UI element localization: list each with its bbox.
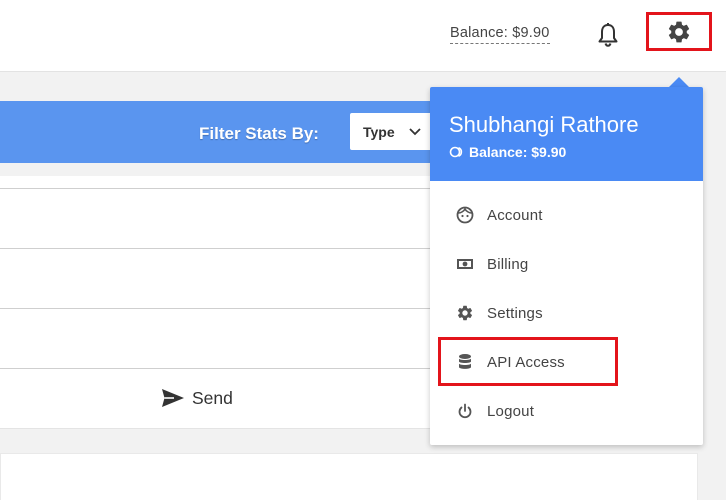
menu-item-label: Logout — [487, 402, 535, 420]
database-icon — [455, 352, 475, 372]
menu-item-label: Settings — [487, 304, 543, 322]
coins-icon — [449, 146, 465, 158]
send-button[interactable]: Send — [160, 384, 233, 412]
user-balance-text: Balance: $9.90 — [469, 144, 567, 160]
bell-icon — [598, 23, 618, 47]
bottom-card — [0, 453, 698, 500]
form-card — [0, 176, 470, 429]
user-dropdown-menu: Shubhangi Rathore Balance: $9.90 Account — [430, 87, 703, 445]
balance-link[interactable]: Balance: $9.90 — [450, 25, 550, 44]
settings-button[interactable] — [646, 12, 712, 51]
filter-label: Filter Stats By: — [199, 124, 319, 143]
input-row-1[interactable] — [0, 188, 470, 189]
chevron-down-icon — [409, 127, 421, 136]
menu-item-billing[interactable]: Billing — [430, 244, 703, 284]
dropdown-header: Shubhangi Rathore Balance: $9.90 — [430, 87, 703, 181]
menu-item-logout[interactable]: Logout — [430, 391, 703, 431]
divider — [0, 368, 470, 369]
send-icon — [162, 389, 184, 407]
menu-item-label: API Access — [487, 353, 565, 371]
top-header: Balance: $9.90 — [0, 0, 726, 72]
money-icon — [455, 254, 475, 274]
input-row-2[interactable] — [0, 248, 470, 249]
send-label: Send — [192, 387, 233, 408]
gear-icon — [455, 303, 475, 323]
menu-item-settings[interactable]: Settings — [430, 293, 703, 333]
menu-item-api-access[interactable]: API Access — [430, 342, 703, 382]
notifications-button[interactable] — [593, 20, 623, 50]
user-balance: Balance: $9.90 — [449, 144, 566, 160]
gear-icon — [668, 21, 690, 42]
type-select-value: Type — [363, 123, 395, 140]
power-icon — [455, 401, 475, 421]
menu-item-account[interactable]: Account — [430, 195, 703, 235]
input-row-3[interactable] — [0, 308, 470, 309]
menu-item-label: Account — [487, 206, 543, 224]
menu-item-label: Billing — [487, 255, 529, 273]
user-name: Shubhangi Rathore — [449, 112, 639, 137]
face-icon — [455, 205, 475, 225]
